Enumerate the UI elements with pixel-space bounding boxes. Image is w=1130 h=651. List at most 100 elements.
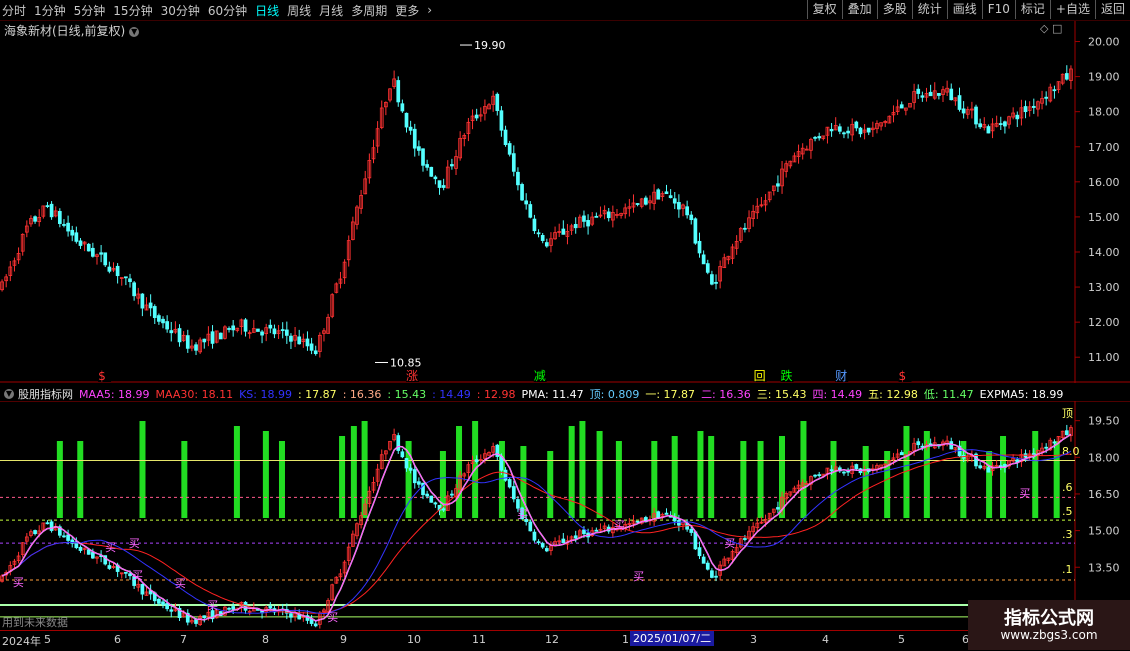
candle-body <box>837 126 842 132</box>
candle-body <box>961 108 966 114</box>
candle-body <box>99 252 103 255</box>
indicator-value-8: PMA: 11.47 <box>521 387 584 401</box>
indicator-value-7: : 12.98 <box>476 387 516 401</box>
period-tab-5[interactable]: 60分钟 <box>208 2 247 19</box>
candle-body <box>594 215 599 218</box>
candle-body <box>124 276 128 279</box>
signal-mark: 财 <box>835 369 847 383</box>
candle-body <box>210 331 215 344</box>
candle-body <box>1003 121 1007 127</box>
candle-body <box>916 88 921 94</box>
future-data-label: 用到未来数据 <box>2 616 68 629</box>
date-axis-label: 3 <box>750 633 757 646</box>
candle-body <box>1031 105 1036 108</box>
tool-button-4[interactable]: 画线 <box>946 0 982 19</box>
signal-bar <box>456 426 463 518</box>
indicator-candle-body <box>710 570 714 578</box>
candle-body <box>520 184 524 201</box>
candle-body <box>842 132 846 135</box>
candle-body <box>165 321 169 330</box>
period-tab-4[interactable]: 30分钟 <box>161 2 200 19</box>
signal-bar <box>233 426 240 518</box>
candle-body <box>499 110 504 131</box>
more-chevron-icon[interactable]: › <box>427 3 432 17</box>
indicator-candle-body <box>425 493 429 497</box>
indicator-candle-body <box>441 508 446 511</box>
period-tab-7[interactable]: 周线 <box>287 2 311 19</box>
high-price-label: 19.90 <box>474 39 506 52</box>
candle-body <box>866 127 871 133</box>
indicator-candle-body <box>417 481 421 485</box>
period-tab-0[interactable]: 分时 <box>2 2 26 19</box>
candle-body <box>450 164 454 167</box>
indicator-value-1: MAA30: 18.11 <box>155 387 234 401</box>
candle-body <box>91 247 95 257</box>
indicator-candle-body <box>813 474 817 477</box>
period-tab-1[interactable]: 1分钟 <box>34 2 66 19</box>
candle-body <box>705 263 710 273</box>
indicator-candle-body <box>693 531 698 550</box>
indicator-value-15: 低: 11.47 <box>923 388 974 401</box>
tool-button-6[interactable]: 标记 <box>1014 0 1050 19</box>
diamond-icon[interactable]: ◇ <box>1040 22 1048 35</box>
period-tab-2[interactable]: 5分钟 <box>74 2 106 19</box>
signal-bar <box>671 436 678 518</box>
candle-body <box>635 203 640 205</box>
candle-body <box>260 331 264 336</box>
chart-corner-icons: ◇ □ <box>1040 22 1062 35</box>
signal-bar <box>830 441 837 518</box>
indicator-chevron-down-icon[interactable]: ▼ <box>4 389 14 399</box>
indicator-candle-body <box>33 530 37 535</box>
level-label: .1 <box>1062 563 1073 576</box>
indicator-candle-body <box>544 548 549 552</box>
indicator-tick-label: 13.50 <box>1088 561 1120 574</box>
indicator-value-14: 五: 12.98 <box>868 388 918 401</box>
chevron-down-icon[interactable]: ▼ <box>129 26 140 37</box>
candle-body <box>400 103 405 112</box>
indicator-value-9: 顶: 0.809 <box>589 388 640 401</box>
candle-body <box>1064 73 1069 80</box>
period-tab-9[interactable]: 多周期 <box>351 2 387 19</box>
tool-button-8[interactable]: 返回 <box>1094 0 1130 19</box>
signal-bar <box>1032 431 1039 518</box>
tool-button-5[interactable]: F10 <box>981 0 1015 19</box>
candle-body <box>202 338 207 343</box>
candle-body <box>928 91 933 97</box>
indicator-name[interactable]: 股朋指标网 <box>18 386 73 402</box>
price-tick-label: 18.00 <box>1088 106 1120 119</box>
candle-body <box>45 205 50 208</box>
indicator-tick-label: 19.50 <box>1088 415 1120 428</box>
indicator-header: ▼ 股朋指标网 MAA5: 18.99 MAA30: 18.11 KS: 18.99… <box>4 386 1069 402</box>
indicator-candle-body <box>227 607 231 610</box>
candle-body <box>70 229 75 236</box>
period-tab-8[interactable]: 月线 <box>319 2 343 19</box>
candle-body <box>231 325 236 331</box>
period-tab-6[interactable]: 日线 <box>255 2 279 19</box>
signal-bar <box>651 441 658 518</box>
square-icon[interactable]: □ <box>1052 22 1062 35</box>
candle-body <box>829 128 834 132</box>
tool-button-3[interactable]: 统计 <box>911 0 947 19</box>
tool-button-1[interactable]: 叠加 <box>841 0 877 19</box>
tool-button-2[interactable]: 多股 <box>876 0 912 19</box>
stock-title[interactable]: 海象新材(日线,前复权) ▼ <box>4 22 140 39</box>
price-tick-label: 11.00 <box>1088 351 1120 364</box>
candle-body <box>817 136 822 139</box>
candle-body <box>685 206 689 216</box>
period-tab-3[interactable]: 15分钟 <box>113 2 152 19</box>
period-tab-10[interactable]: 更多 <box>395 2 419 19</box>
tool-button-7[interactable]: +自选 <box>1049 0 1095 19</box>
indicator-candle-body <box>829 469 834 472</box>
indicator-candle-body <box>743 538 747 540</box>
main-price-chart[interactable]: 20.00 19.00 18.00 17.00 16.00 15.00 14.00 13.00… <box>0 21 1130 383</box>
candle-body <box>978 123 982 128</box>
indicator-candle-body <box>161 601 165 605</box>
candle-body <box>524 200 529 205</box>
indicator-chart[interactable]: 顶8.0.6.5.3.119.5018.0016.5015.0013.5012.… <box>0 401 1130 629</box>
tool-button-0[interactable]: 复权 <box>806 0 842 19</box>
indicator-candle-body <box>45 522 50 525</box>
date-axis-label: 8 <box>262 633 269 646</box>
indicator-candle-body <box>194 619 198 624</box>
candle-body <box>128 278 132 283</box>
candle-body <box>433 176 438 180</box>
